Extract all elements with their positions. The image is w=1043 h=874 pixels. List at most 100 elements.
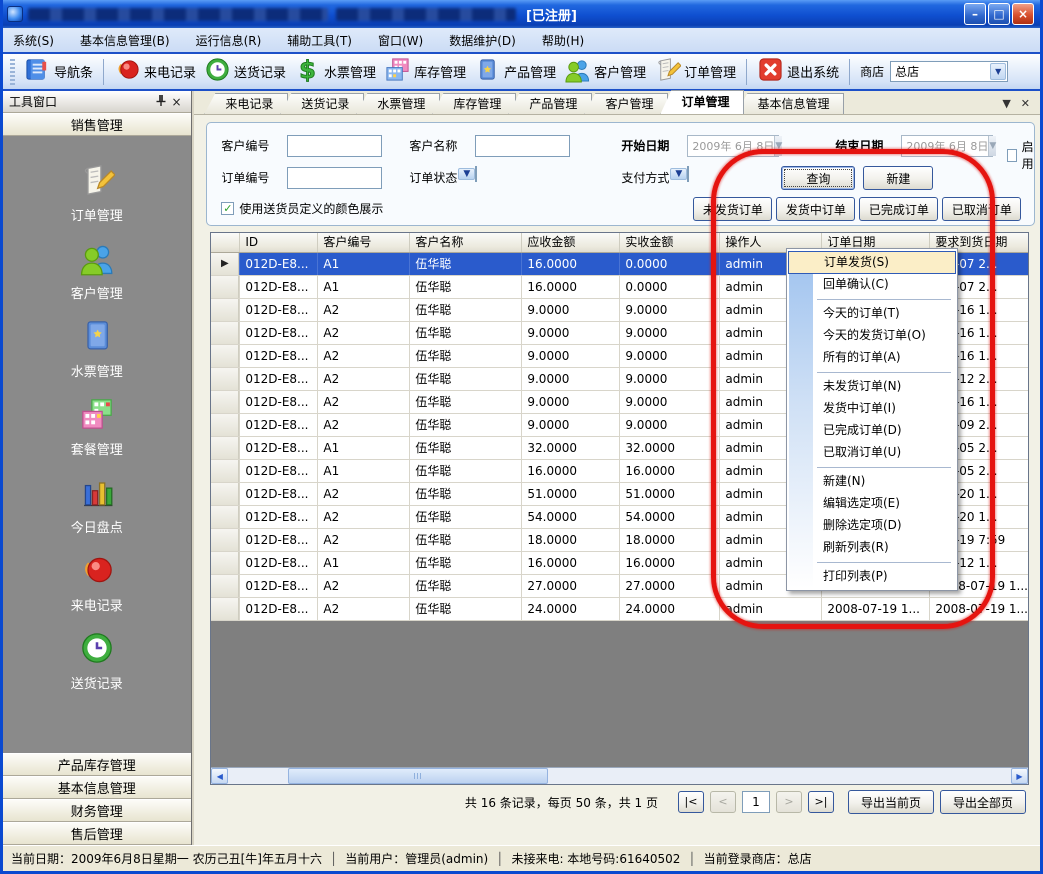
store-select[interactable]: 总店 ▼ <box>890 61 1008 82</box>
menu-help[interactable]: 帮助(H) <box>542 32 584 49</box>
row-selector-cell[interactable] <box>211 345 239 367</box>
minimize-button[interactable]: – <box>964 3 986 25</box>
last-page-button[interactable]: >| <box>808 791 834 813</box>
sidebar-group-basic-info[interactable]: 基本信息管理 <box>3 776 191 799</box>
toolbar-navigator-button[interactable]: 导航条 <box>20 54 97 89</box>
menu-window[interactable]: 窗口(W) <box>378 32 423 49</box>
tab-order[interactable]: 订单管理 <box>660 90 744 114</box>
tab-product[interactable]: 产品管理 <box>508 93 592 114</box>
toolbar-delivery-records-button[interactable]: 送货记录 <box>200 54 290 89</box>
row-selector-cell[interactable] <box>211 506 239 528</box>
row-selector-cell[interactable] <box>211 322 239 344</box>
row-selector-cell[interactable] <box>211 483 239 505</box>
sidebar-item-package[interactable]: 套餐管理 <box>71 396 123 458</box>
enable-checkbox-row[interactable]: 启用 <box>1007 138 1037 172</box>
tab-delivery-records[interactable]: 送货记录 <box>280 93 364 114</box>
menu-system[interactable]: 系统(S) <box>13 32 54 49</box>
chevron-down-icon[interactable]: ▼ <box>988 136 996 156</box>
chevron-down-icon[interactable]: ▼ <box>458 168 475 180</box>
horizontal-scrollbar[interactable]: ◀ ▶ <box>211 767 1028 784</box>
chevron-down-icon[interactable]: ▼ <box>670 168 687 180</box>
order-no-input[interactable] <box>287 167 382 189</box>
toolbar-water-ticket-button[interactable]: $ 水票管理 <box>290 54 380 89</box>
context-menu-item[interactable]: 删除选定项(D) <box>787 515 957 537</box>
sidebar-item-daily-stock[interactable]: 今日盘点 <box>71 474 123 536</box>
end-date-picker[interactable]: 2009年 6月 8日 ▼ <box>901 135 993 157</box>
new-button[interactable]: 新建 <box>863 166 933 190</box>
context-menu-item[interactable]: 新建(N) <box>787 471 957 493</box>
column-header-customer-name[interactable]: 客户名称 <box>409 233 521 252</box>
sidebar-group-finance[interactable]: 财务管理 <box>3 799 191 822</box>
toolbar-exit-button[interactable]: 退出系统 <box>753 54 843 89</box>
row-selector-cell[interactable] <box>211 598 239 620</box>
order-status-select[interactable]: ▼ <box>475 167 570 189</box>
scroll-right-icon[interactable]: ▶ <box>1011 768 1028 784</box>
start-date-picker[interactable]: 2009年 6月 8日 ▼ <box>687 135 779 157</box>
context-menu-item[interactable]: 今天的订单(T) <box>787 303 957 325</box>
toolbar-customer-button[interactable]: 客户管理 <box>560 54 650 89</box>
context-menu-item[interactable]: 编辑选定项(E) <box>787 493 957 515</box>
sidebar-group-after-sales[interactable]: 售后管理 <box>3 822 191 845</box>
context-menu-item[interactable]: 订单发货(S) <box>788 251 956 274</box>
chevron-down-icon[interactable]: ▼ <box>990 63 1006 80</box>
row-selector-cell[interactable] <box>211 414 239 436</box>
row-selector-cell[interactable] <box>211 391 239 413</box>
menu-basic-info[interactable]: 基本信息管理(B) <box>80 32 170 49</box>
page-number-input[interactable] <box>742 791 770 813</box>
row-selector-cell[interactable] <box>211 460 239 482</box>
enable-checkbox[interactable] <box>1007 149 1016 162</box>
context-menu-item[interactable]: 未发货订单(N) <box>787 376 957 398</box>
column-header-receivable[interactable]: 应收金额 <box>521 233 619 252</box>
sidebar-group-sales[interactable]: 销售管理 <box>3 113 191 136</box>
sidebar-item-customer[interactable]: 客户管理 <box>71 240 123 302</box>
column-header-id[interactable]: ID <box>239 233 317 252</box>
pay-method-select[interactable]: ▼ <box>687 167 779 189</box>
row-selector-cell[interactable] <box>211 529 239 551</box>
tab-call-records[interactable]: 来电记录 <box>204 93 288 114</box>
row-selector-cell[interactable] <box>211 276 239 298</box>
toolbar-order-button[interactable]: 订单管理 <box>650 54 740 89</box>
menu-aux-tools[interactable]: 辅助工具(T) <box>287 32 352 49</box>
tab-list-chevron-icon[interactable]: ▼ <box>1002 97 1010 110</box>
menu-run-info[interactable]: 运行信息(R) <box>196 32 262 49</box>
close-button[interactable]: × <box>1012 3 1034 25</box>
export-current-page-button[interactable]: 导出当前页 <box>848 790 934 814</box>
shipping-orders-button[interactable]: 发货中订单 <box>776 197 855 221</box>
color-checkbox-row[interactable]: ✓ 使用送货员定义的颜色展示 <box>221 200 383 217</box>
context-menu-item[interactable]: 打印列表(P) <box>787 566 957 588</box>
row-selector-cell[interactable] <box>211 552 239 574</box>
scroll-left-icon[interactable]: ◀ <box>211 768 228 784</box>
context-menu-item[interactable]: 回单确认(C) <box>787 274 957 296</box>
row-selector-cell[interactable]: ▶ <box>211 253 239 275</box>
export-all-pages-button[interactable]: 导出全部页 <box>940 790 1026 814</box>
close-icon[interactable]: × <box>169 95 185 109</box>
context-menu-item[interactable]: 已完成订单(D) <box>787 420 957 442</box>
prev-page-button[interactable]: < <box>710 791 736 813</box>
customer-no-input[interactable] <box>287 135 382 157</box>
tab-inventory[interactable]: 库存管理 <box>432 93 516 114</box>
context-menu-item[interactable]: 已取消订单(U) <box>787 442 957 464</box>
context-menu-item[interactable]: 所有的订单(A) <box>787 347 957 369</box>
sidebar-group-product-inventory[interactable]: 产品库存管理 <box>3 753 191 776</box>
completed-orders-button[interactable]: 已完成订单 <box>859 197 938 221</box>
maximize-button[interactable]: □ <box>988 3 1010 25</box>
unshipped-orders-button[interactable]: 未发货订单 <box>693 197 772 221</box>
toolbar-inventory-button[interactable]: 库存管理 <box>380 54 470 89</box>
pin-icon[interactable] <box>153 94 169 110</box>
column-header-customer-no[interactable]: 客户编号 <box>317 233 409 252</box>
sidebar-item-call-records[interactable]: 来电记录 <box>71 552 123 614</box>
tab-close-icon[interactable]: ✕ <box>1021 97 1030 110</box>
context-menu-item[interactable]: 发货中订单(I) <box>787 398 957 420</box>
tab-water-ticket[interactable]: 水票管理 <box>356 93 440 114</box>
toolbar-product-button[interactable]: 产品管理 <box>470 54 560 89</box>
tab-customer[interactable]: 客户管理 <box>584 93 668 114</box>
cancelled-orders-button[interactable]: 已取消订单 <box>942 197 1021 221</box>
row-selector-cell[interactable] <box>211 368 239 390</box>
tab-basic-info[interactable]: 基本信息管理 <box>736 93 844 114</box>
row-selector-cell[interactable] <box>211 575 239 597</box>
sidebar-item-water-ticket[interactable]: 水票管理 <box>71 318 123 380</box>
color-checkbox[interactable]: ✓ <box>221 202 234 215</box>
menu-data-maintenance[interactable]: 数据维护(D) <box>449 32 516 49</box>
row-selector-cell[interactable] <box>211 299 239 321</box>
next-page-button[interactable]: > <box>776 791 802 813</box>
